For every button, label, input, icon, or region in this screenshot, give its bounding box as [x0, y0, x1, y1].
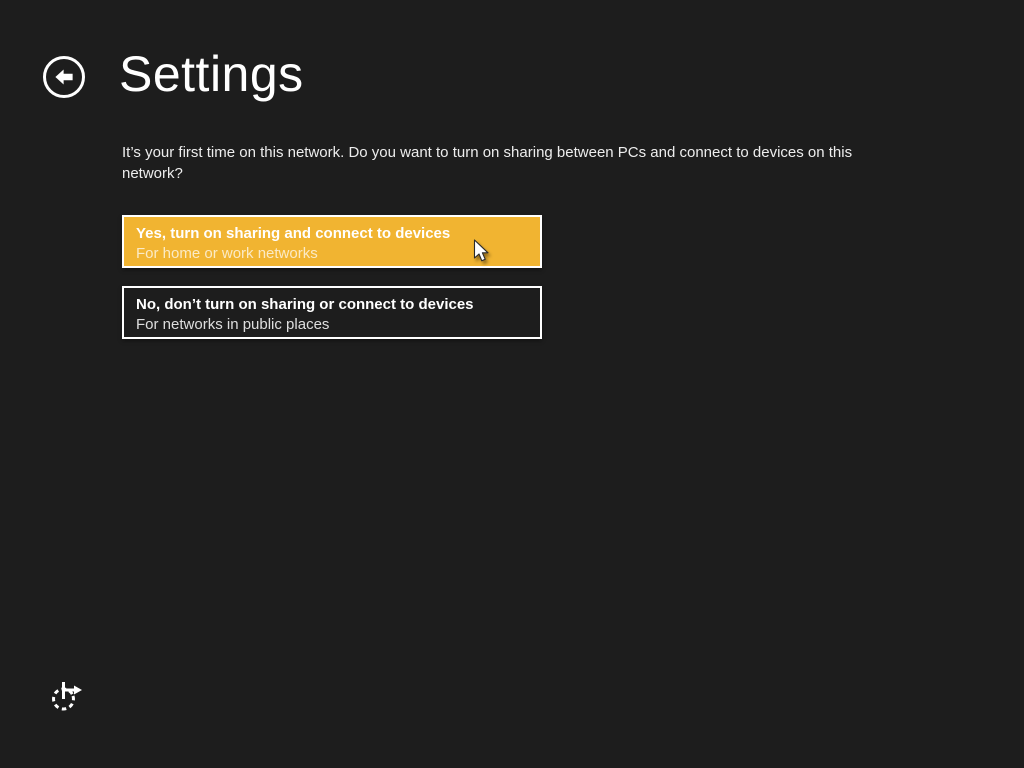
network-prompt-text: It’s your first time on this network. Do… [122, 143, 867, 184]
option-subtitle: For networks in public places [136, 315, 528, 335]
back-button[interactable] [43, 56, 85, 98]
ease-of-access-button[interactable] [49, 678, 85, 714]
option-no-turn-on-sharing[interactable]: No, don’t turn on sharing or connect to … [122, 286, 542, 339]
ease-of-access-icon [49, 678, 85, 714]
back-arrow-icon [49, 62, 79, 92]
option-subtitle: For home or work networks [136, 244, 528, 264]
option-title: No, don’t turn on sharing or connect to … [136, 295, 528, 315]
oobe-settings-screen: Settings It’s your first time on this ne… [0, 0, 1024, 768]
sharing-options-list: Yes, turn on sharing and connect to devi… [122, 215, 542, 339]
page-title: Settings [119, 44, 304, 104]
option-yes-turn-on-sharing[interactable]: Yes, turn on sharing and connect to devi… [122, 215, 542, 268]
option-title: Yes, turn on sharing and connect to devi… [136, 224, 528, 244]
